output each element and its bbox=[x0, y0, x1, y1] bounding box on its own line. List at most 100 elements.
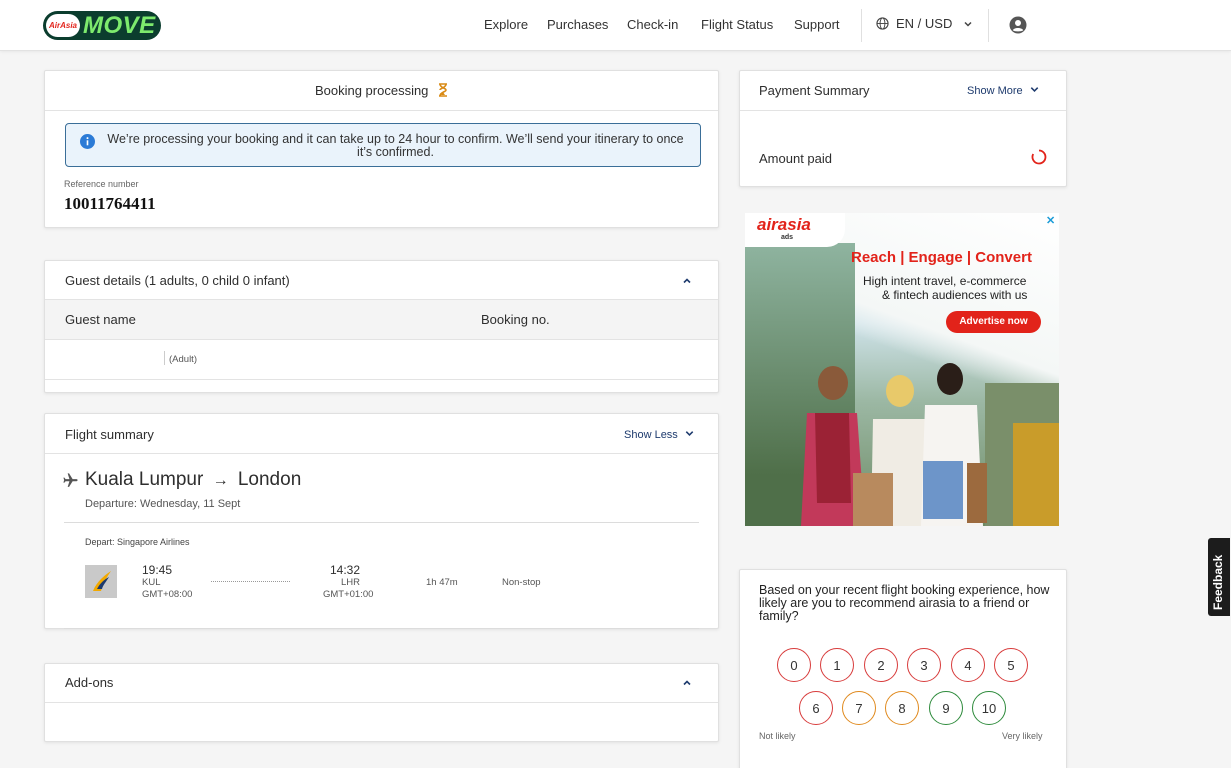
processing-notice-text: We’re processing your booking and it can… bbox=[107, 132, 684, 159]
col-guest-name: Guest name bbox=[65, 312, 136, 327]
info-icon bbox=[80, 134, 95, 149]
departure-date: Departure: Wednesday, 11 Sept bbox=[85, 498, 241, 510]
airasia-move-logo[interactable]: AirAsia MOVE bbox=[43, 11, 161, 40]
flight-stops: Non-stop bbox=[502, 577, 541, 588]
guest-row: (Adult) bbox=[45, 341, 718, 380]
feedback-label: Feedback bbox=[1211, 554, 1225, 610]
departure-code: KUL bbox=[142, 577, 161, 588]
not-likely-label: Not likely bbox=[759, 731, 796, 741]
guest-details-card: Guest details (1 adults, 0 child 0 infan… bbox=[44, 260, 719, 393]
airline-label: Depart: Singapore Airlines bbox=[85, 537, 190, 547]
flight-duration: 1h 47m bbox=[426, 577, 458, 588]
show-less-label: Show Less bbox=[624, 429, 678, 441]
guest-type: (Adult) bbox=[169, 354, 197, 365]
ad-brand: airasia bbox=[757, 215, 811, 234]
rating-7[interactable]: 7 bbox=[842, 691, 876, 725]
arrow-right-icon: → bbox=[212, 472, 229, 489]
rating-2[interactable]: 2 bbox=[864, 648, 898, 682]
flight-summary-card: Flight summary Show Less Kuala Lumpur → … bbox=[44, 413, 719, 629]
very-likely-label: Very likely bbox=[1002, 731, 1043, 741]
nav-flight-status[interactable]: Flight Status bbox=[701, 17, 773, 32]
ad-body-line2: & fintech audiences with us bbox=[882, 288, 1028, 302]
ad-body-line1: High intent travel, e-commerce bbox=[863, 274, 1027, 288]
airplane-icon bbox=[63, 473, 78, 487]
booking-status-card: Booking processing We’re processing your… bbox=[44, 70, 719, 228]
language-label: EN / USD bbox=[896, 16, 953, 31]
chevron-down-icon bbox=[685, 431, 694, 436]
addons-header[interactable]: Add-ons bbox=[45, 664, 718, 703]
logo-badge: AirAsia bbox=[46, 14, 80, 37]
processing-notice: We’re processing your booking and it can… bbox=[65, 123, 701, 167]
language-currency-selector[interactable]: EN / USD bbox=[876, 16, 952, 31]
addons-card: Add-ons bbox=[44, 663, 719, 742]
guest-table-header: Guest name Booking no. bbox=[45, 300, 718, 340]
advertise-now-button[interactable]: Advertise now bbox=[946, 311, 1041, 333]
booking-status-label: Booking processing bbox=[314, 83, 429, 98]
rating-10[interactable]: 10 bbox=[972, 691, 1006, 725]
ad-brand-box: airasia ads bbox=[745, 213, 845, 247]
top-header: AirAsia MOVE Explore Purchases Check-in … bbox=[0, 0, 1231, 51]
flight-summary-title: Flight summary bbox=[65, 427, 154, 442]
addons-title: Add-ons bbox=[65, 675, 114, 690]
ad-brand-sub: ads bbox=[781, 234, 794, 241]
destination-city: London bbox=[237, 469, 302, 490]
rating-8[interactable]: 8 bbox=[885, 691, 919, 725]
chevron-down-icon bbox=[1030, 87, 1038, 92]
rating-0[interactable]: 0 bbox=[777, 648, 811, 682]
arrival-timezone: GMT+01:00 bbox=[323, 589, 374, 600]
rating-3[interactable]: 3 bbox=[907, 648, 941, 682]
show-more-toggle[interactable]: Show More bbox=[967, 84, 1040, 97]
chevron-down-icon[interactable] bbox=[962, 18, 974, 30]
payment-summary-title: Payment Summary bbox=[759, 83, 870, 98]
chevron-up-icon[interactable] bbox=[681, 275, 693, 287]
origin-city: Kuala Lumpur bbox=[85, 469, 204, 490]
guest-details-title: Guest details (1 adults, 0 child 0 infan… bbox=[65, 273, 290, 288]
nav-divider bbox=[988, 9, 989, 42]
singapore-airlines-logo bbox=[85, 565, 117, 598]
guest-details-header[interactable]: Guest details (1 adults, 0 child 0 infan… bbox=[45, 261, 718, 300]
amount-paid-label: Amount paid bbox=[759, 151, 832, 166]
hourglass-icon bbox=[439, 83, 448, 97]
globe-icon bbox=[876, 17, 889, 30]
arrival-code: LHR bbox=[341, 577, 361, 588]
nav-explore[interactable]: Explore bbox=[484, 17, 528, 32]
rating-9[interactable]: 9 bbox=[929, 691, 963, 725]
route-title: Kuala Lumpur → London bbox=[85, 469, 301, 491]
payment-summary-header: Payment Summary Show More bbox=[740, 71, 1066, 111]
booking-status-title: Booking processing bbox=[45, 83, 718, 98]
redacted-name-edge bbox=[164, 351, 165, 365]
departure-timezone: GMT+08:00 bbox=[142, 589, 193, 600]
rating-4[interactable]: 4 bbox=[951, 648, 985, 682]
ad-shoppers-illustration bbox=[801, 363, 1059, 526]
divider bbox=[64, 628, 699, 629]
user-account-icon[interactable] bbox=[1009, 16, 1027, 34]
nav-support[interactable]: Support bbox=[794, 17, 840, 32]
reference-number: 10011764411 bbox=[64, 194, 156, 213]
nav-check-in[interactable]: Check-in bbox=[627, 17, 678, 32]
chevron-up-icon[interactable] bbox=[681, 677, 693, 689]
booking-status-header: Booking processing bbox=[45, 71, 718, 111]
nav-divider bbox=[861, 9, 862, 42]
ad-close-icon[interactable]: ✕ bbox=[1046, 214, 1055, 227]
departure-time: 19:45 bbox=[142, 563, 173, 577]
logo-wordmark: MOVE bbox=[83, 11, 156, 39]
survey-question: Based on your recent flight booking expe… bbox=[759, 583, 1050, 623]
airasia-ads-banner[interactable]: airasia ads Reach | Engage | Convert Hig… bbox=[745, 213, 1059, 526]
reference-label: Reference number bbox=[64, 179, 139, 189]
ad-headline: Reach | Engage | Convert bbox=[851, 249, 1032, 266]
rating-1[interactable]: 1 bbox=[820, 648, 854, 682]
loading-spinner-icon bbox=[1031, 149, 1047, 165]
airline-bird-icon bbox=[93, 571, 111, 591]
divider bbox=[64, 522, 699, 523]
nps-survey-card: Based on your recent flight booking expe… bbox=[739, 569, 1067, 768]
rating-5[interactable]: 5 bbox=[994, 648, 1028, 682]
payment-summary-card: Payment Summary Show More Amount paid bbox=[739, 70, 1067, 187]
rating-6[interactable]: 6 bbox=[799, 691, 833, 725]
show-less-toggle[interactable]: Show Less bbox=[624, 428, 695, 441]
feedback-tab[interactable]: Feedback bbox=[1208, 538, 1230, 616]
arrival-time: 14:32 bbox=[330, 563, 361, 577]
flight-path-line bbox=[211, 581, 290, 582]
flight-summary-header: Flight summary Show Less bbox=[45, 414, 718, 454]
show-more-label: Show More bbox=[967, 85, 1023, 97]
nav-purchases[interactable]: Purchases bbox=[547, 17, 608, 32]
